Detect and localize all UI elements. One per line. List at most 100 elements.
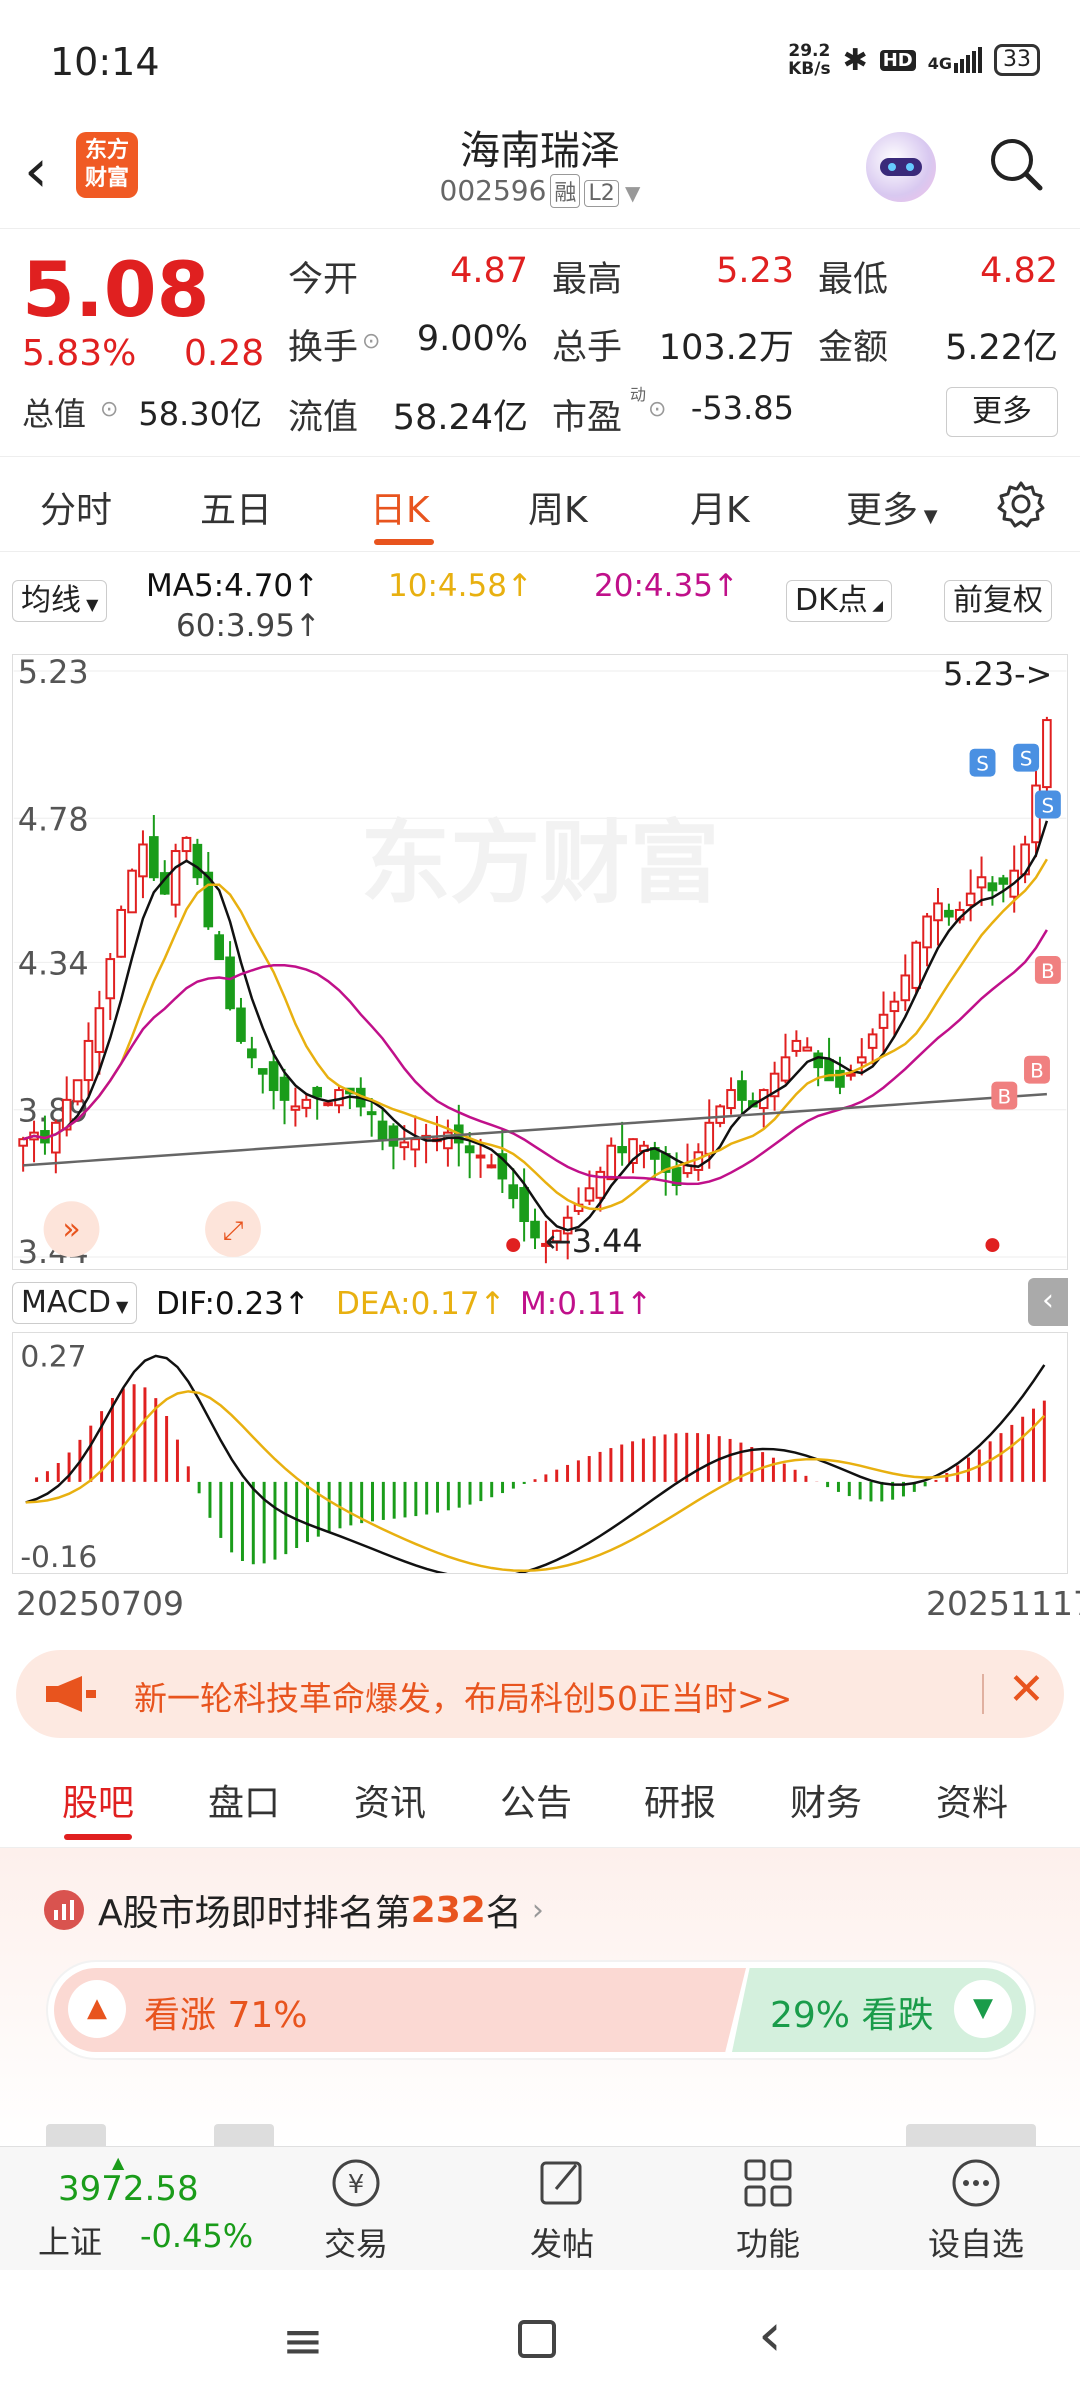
candle-body bbox=[933, 902, 943, 922]
candle-body bbox=[900, 974, 911, 1002]
current-price: 5.08 bbox=[22, 245, 210, 334]
watchlist-tab[interactable]: 设自选 bbox=[916, 2155, 1036, 2265]
float-value: 58.24亿 bbox=[392, 398, 528, 438]
bearish-label: 29% 看跌 bbox=[770, 1995, 934, 2036]
tab-finance[interactable]: 财务 bbox=[790, 1774, 862, 1826]
sell-signal-label: S bbox=[1020, 748, 1033, 771]
tab-research[interactable]: 研报 bbox=[644, 1774, 716, 1826]
candle-body bbox=[247, 1048, 257, 1059]
macd-chart[interactable]: 0.27 -0.16 bbox=[12, 1332, 1068, 1574]
close-icon[interactable]: ✕ bbox=[1008, 1664, 1045, 1715]
candle-body bbox=[149, 836, 159, 879]
adjust-mode-button[interactable]: 前复权 bbox=[944, 580, 1052, 622]
candle-body bbox=[1042, 719, 1052, 789]
buy-signal-label: B bbox=[1041, 960, 1055, 983]
tab-five-day[interactable]: 五日 bbox=[200, 481, 272, 533]
search-icon[interactable] bbox=[988, 136, 1044, 192]
index-widget[interactable]: 3972.58 ▲ 上证 -0.45% bbox=[34, 2153, 274, 2261]
candle-body bbox=[508, 1184, 519, 1200]
candle-body bbox=[301, 1098, 312, 1109]
candle-body bbox=[737, 1080, 747, 1101]
quote-panel: 5.08 5.83% 0.28 今开 4.87 最高 5.23 最低 4.82 … bbox=[0, 228, 1080, 454]
signal-icon: 4G bbox=[928, 47, 982, 73]
collapse-icon[interactable]: ‹ bbox=[1028, 1278, 1068, 1326]
tab-notice[interactable]: 公告 bbox=[500, 1774, 572, 1826]
date-start: 20250709 bbox=[16, 1584, 184, 1623]
ma20-value: 20:4.35↑ bbox=[594, 568, 739, 604]
volume-value: 103.2万 bbox=[658, 328, 794, 368]
ma5-value: MA5:4.70↑ bbox=[146, 568, 320, 604]
candle-body bbox=[377, 1120, 388, 1141]
pe-sup: 动 bbox=[630, 385, 647, 404]
candle-body bbox=[290, 1105, 301, 1111]
tab-profile[interactable]: 资料 bbox=[936, 1774, 1008, 1826]
macd-legend: MACD ▼ DIF:0.23↑ DEA:0.17↑ M:0.11↑ ‹ bbox=[0, 1278, 1080, 1332]
tab-weekly-k[interactable]: 周K bbox=[528, 481, 588, 533]
active-tab-indicator bbox=[374, 539, 434, 545]
info-icon[interactable]: ⊙ bbox=[362, 329, 380, 354]
sort-latest[interactable] bbox=[46, 2124, 106, 2146]
up-arrow-icon[interactable]: ▲ bbox=[68, 1980, 126, 2038]
volume-label: 总手 bbox=[552, 328, 623, 368]
amount-label: 金额 bbox=[818, 328, 889, 368]
candle-body bbox=[323, 1102, 333, 1107]
dk-point-button[interactable]: DK点 ◢ bbox=[786, 580, 892, 622]
high-label: 最高 bbox=[552, 260, 623, 300]
down-arrow-icon[interactable]: ▼ bbox=[954, 1980, 1012, 2038]
tab-more[interactable]: 更多 ▼ bbox=[846, 481, 938, 533]
more-button[interactable]: 更多 bbox=[946, 387, 1058, 437]
ma60-line bbox=[23, 1092, 1047, 1167]
tab-intraday[interactable]: 分时 bbox=[40, 481, 112, 533]
gear-icon[interactable] bbox=[996, 479, 1046, 529]
candle-body bbox=[944, 909, 954, 918]
tab-monthly-k[interactable]: 月K bbox=[690, 481, 750, 533]
candle-body bbox=[388, 1125, 399, 1147]
bullish-label: 看涨 71% bbox=[144, 1995, 308, 2036]
candle-body bbox=[867, 1033, 878, 1049]
index-change: -0.45% bbox=[140, 2217, 254, 2255]
back-nav-icon[interactable]: ‹ bbox=[758, 2300, 782, 2370]
info-icon[interactable]: ⊙ bbox=[100, 397, 118, 422]
tab-daily-k[interactable]: 日K bbox=[370, 481, 430, 533]
candle-body bbox=[780, 1056, 791, 1082]
expand-arrows-icon: ⤢ bbox=[223, 1216, 244, 1246]
tab-news[interactable]: 资讯 bbox=[354, 1774, 426, 1826]
info-icon[interactable]: ⊙ bbox=[648, 397, 666, 422]
robot-assistant-icon[interactable] bbox=[866, 132, 936, 202]
trade-tab[interactable]: ¥ 交易 bbox=[296, 2155, 416, 2265]
candle-body bbox=[312, 1086, 323, 1098]
tab-pankou[interactable]: 盘口 bbox=[208, 1774, 280, 1826]
macd-tick-label: 0.27 bbox=[20, 1340, 86, 1375]
content-tabs: 股吧 盘口 资讯 公告 研报 财务 资料 bbox=[0, 1752, 1080, 1848]
rank-row[interactable]: A股市场即时排名第 232 名 › bbox=[44, 1884, 544, 1936]
candle-body bbox=[486, 1164, 497, 1169]
mcap-label: 总值 bbox=[22, 395, 87, 433]
sentiment-bar: ▲ 看涨 71% 29% 看跌 ▼ bbox=[46, 1960, 1036, 2060]
macd-selector[interactable]: MACD ▼ bbox=[12, 1282, 138, 1324]
candle-body bbox=[911, 941, 922, 989]
home-icon[interactable] bbox=[518, 2320, 556, 2358]
status-time: 10:14 bbox=[50, 40, 160, 84]
filter-icon[interactable] bbox=[906, 2124, 1036, 2146]
sort-hot[interactable] bbox=[214, 2124, 274, 2146]
function-tab[interactable]: 功能 bbox=[708, 2155, 828, 2265]
promo-banner[interactable]: 新一轮科技革命爆发，布局科创50正当时>> ✕ bbox=[16, 1650, 1064, 1738]
high-value: 5.23 bbox=[716, 251, 794, 291]
post-tab[interactable]: 发帖 bbox=[502, 2155, 622, 2265]
candle-body bbox=[257, 1068, 268, 1075]
turnover-value: 9.00% bbox=[416, 319, 528, 359]
kline-chart[interactable]: 5.234.784.343.893.44东方财富5.23->←3.44S SSBB… bbox=[12, 654, 1068, 1270]
ma-selector[interactable]: 均线 ▼ bbox=[12, 580, 108, 622]
mcap-value: 58.30亿 bbox=[138, 395, 262, 433]
open-value: 4.87 bbox=[450, 251, 528, 291]
menu-icon[interactable]: ≡ bbox=[282, 2312, 324, 2370]
candle-body bbox=[18, 1138, 28, 1147]
candle-body bbox=[802, 1046, 813, 1052]
low-value: 4.82 bbox=[980, 251, 1058, 291]
candle-body bbox=[617, 1146, 627, 1154]
candle-body bbox=[965, 892, 976, 907]
candle-body bbox=[268, 1061, 279, 1092]
tab-guba[interactable]: 股吧 bbox=[62, 1774, 134, 1826]
index-name: 上证 bbox=[38, 2223, 103, 2261]
candle-body bbox=[138, 843, 148, 878]
